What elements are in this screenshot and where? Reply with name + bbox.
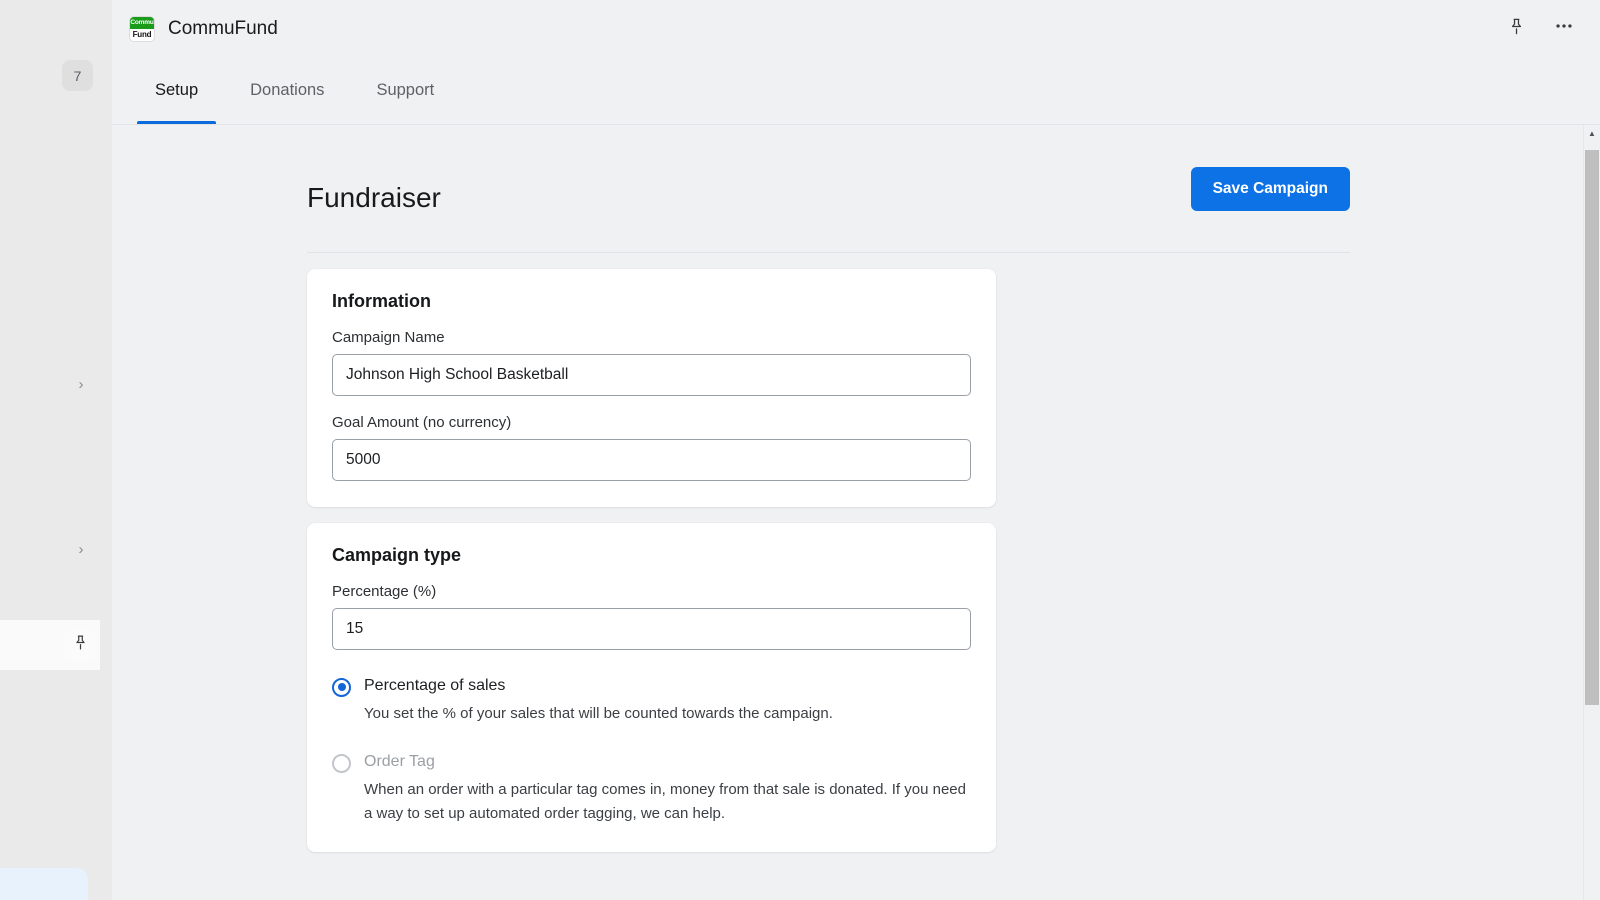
radio-order-tag-icon[interactable] bbox=[332, 754, 351, 773]
campaign-type-card-title: Campaign type bbox=[332, 545, 971, 566]
radio-percentage-of-sales-description: You set the % of your sales that will be… bbox=[364, 702, 971, 726]
desktop-root: 7 › › Commu Fund CommuFund bbox=[0, 0, 1600, 900]
pin-app-button[interactable] bbox=[1502, 15, 1530, 43]
campaign-name-label: Campaign Name bbox=[332, 329, 971, 346]
radio-order-tag-text: Order Tag When an order with a particula… bbox=[364, 752, 971, 827]
tab-support-label: Support bbox=[376, 81, 434, 100]
page-header: Fundraiser Save Campaign bbox=[307, 125, 1350, 215]
more-options-button[interactable] bbox=[1550, 15, 1578, 43]
tab-setup[interactable]: Setup bbox=[129, 57, 224, 124]
campaign-type-radio-group: Percentage of sales You set the % of you… bbox=[332, 676, 971, 827]
header-divider bbox=[307, 252, 1350, 253]
ellipsis-icon bbox=[1553, 15, 1575, 42]
campaign-name-field-block: Campaign Name bbox=[332, 329, 971, 396]
campaign-type-card: Campaign type Percentage (%) Percentage … bbox=[307, 523, 996, 853]
page-title: Fundraiser bbox=[307, 167, 441, 215]
campaign-name-input[interactable] bbox=[332, 354, 971, 396]
radio-option-percentage-of-sales[interactable]: Percentage of sales You set the % of you… bbox=[332, 676, 971, 726]
information-card: Information Campaign Name Goal Amount (n… bbox=[307, 269, 996, 507]
radio-option-order-tag[interactable]: Order Tag When an order with a particula… bbox=[332, 752, 971, 827]
scrollbar-thumb[interactable] bbox=[1585, 150, 1599, 705]
app-body: Fundraiser Save Campaign Information Cam… bbox=[112, 125, 1600, 900]
rail-pin-button[interactable] bbox=[64, 629, 96, 661]
save-campaign-button[interactable]: Save Campaign bbox=[1191, 167, 1350, 211]
pin-icon bbox=[72, 634, 89, 656]
radio-percentage-of-sales-text: Percentage of sales You set the % of you… bbox=[364, 676, 971, 726]
rail-expand-chevron-icon-1[interactable]: › bbox=[70, 373, 92, 395]
content-scroll-region: Fundraiser Save Campaign Information Cam… bbox=[112, 125, 1583, 900]
app-logo-top-text: Commu bbox=[130, 17, 154, 29]
tab-donations[interactable]: Donations bbox=[224, 57, 350, 124]
radio-percentage-of-sales-label: Percentage of sales bbox=[364, 676, 971, 696]
goal-amount-field-block: Goal Amount (no currency) bbox=[332, 414, 971, 481]
rail-count-badge[interactable]: 7 bbox=[62, 60, 93, 91]
content-inner: Fundraiser Save Campaign Information Cam… bbox=[112, 125, 1583, 852]
rail-bottom-card[interactable] bbox=[0, 868, 88, 900]
information-card-title: Information bbox=[332, 291, 971, 312]
app-title: CommuFund bbox=[168, 18, 278, 40]
host-left-rail: 7 › › bbox=[0, 0, 112, 900]
goal-amount-input[interactable] bbox=[332, 439, 971, 481]
app-window: Commu Fund CommuFund bbox=[112, 0, 1600, 900]
radio-order-tag-description: When an order with a particular tag come… bbox=[364, 778, 971, 827]
scroll-up-arrow-icon[interactable]: ▲ bbox=[1584, 125, 1600, 142]
app-logo-icon: Commu Fund bbox=[129, 16, 155, 42]
app-titlebar: Commu Fund CommuFund bbox=[112, 0, 1600, 57]
percentage-label: Percentage (%) bbox=[332, 583, 971, 600]
tab-donations-label: Donations bbox=[250, 81, 324, 100]
radio-order-tag-label: Order Tag bbox=[364, 752, 971, 772]
tab-setup-label: Setup bbox=[155, 81, 198, 100]
app-logo-bottom-text: Fund bbox=[130, 29, 154, 41]
rail-expand-chevron-icon-2[interactable]: › bbox=[70, 538, 92, 560]
radio-percentage-of-sales-icon[interactable] bbox=[332, 678, 351, 697]
primary-tabbar: Setup Donations Support bbox=[112, 57, 1600, 125]
pin-icon bbox=[1507, 17, 1526, 41]
goal-amount-label: Goal Amount (no currency) bbox=[332, 414, 971, 431]
vertical-scrollbar[interactable]: ▲ bbox=[1583, 125, 1600, 900]
titlebar-actions bbox=[1502, 15, 1578, 43]
percentage-field-block: Percentage (%) bbox=[332, 583, 971, 650]
percentage-input[interactable] bbox=[332, 608, 971, 650]
tab-support[interactable]: Support bbox=[350, 57, 460, 124]
